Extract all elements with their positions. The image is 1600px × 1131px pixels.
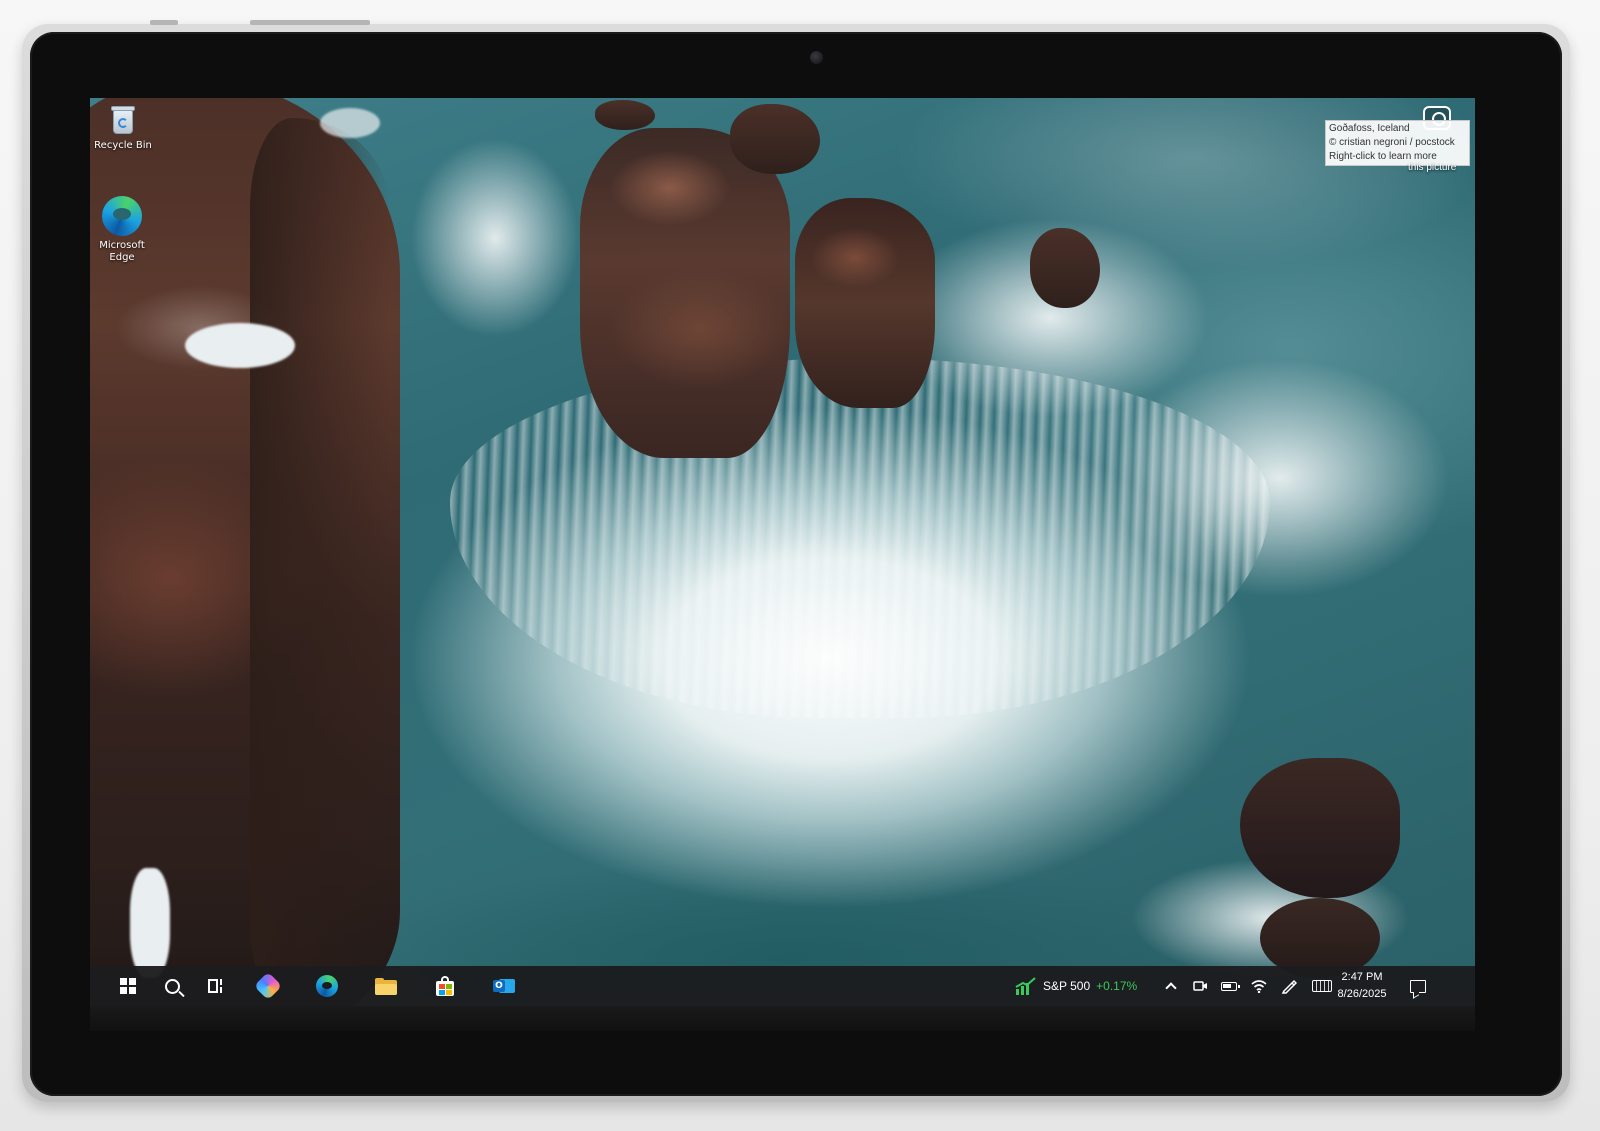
windows-logo-icon	[120, 978, 136, 994]
recycle-bin-icon	[109, 104, 137, 136]
wallpaper[interactable]	[90, 98, 1475, 1031]
edge-icon	[102, 196, 142, 236]
keyboard-icon	[1312, 980, 1332, 992]
front-camera-icon	[810, 51, 823, 64]
photo-background: Recycle Bin Microsoft Edge Goðafoss, Ice…	[0, 0, 1600, 1131]
meet-now-button[interactable]	[1186, 966, 1214, 1006]
task-view-button[interactable]	[192, 966, 240, 1006]
search-icon	[164, 978, 180, 994]
desktop-icon-edge[interactable]: Microsoft Edge	[90, 196, 157, 264]
notification-center-button[interactable]	[1404, 966, 1432, 1006]
copilot-icon	[253, 971, 283, 1001]
outlook-icon: O	[493, 976, 515, 996]
chevron-up-icon	[1165, 982, 1177, 994]
edge-icon	[316, 975, 338, 997]
desktop-screen: Recycle Bin Microsoft Edge Goðafoss, Ice…	[90, 98, 1475, 1031]
notification-icon	[1410, 979, 1426, 993]
screen-bottom-edge	[90, 1006, 1475, 1031]
task-view-icon	[208, 979, 224, 993]
spotlight-credit: © cristian negroni / pocstock	[1329, 137, 1455, 148]
clock-time: 2:47 PM	[1341, 971, 1383, 983]
stock-label: S&P 500	[1043, 979, 1091, 993]
spotlight-title: Goðafoss, Iceland	[1329, 123, 1410, 134]
stock-change: +0.17%	[1096, 979, 1138, 993]
desktop-icon-recycle-bin[interactable]: Recycle Bin	[90, 104, 158, 152]
meet-now-icon	[1193, 981, 1207, 991]
search-button[interactable]	[148, 966, 196, 1006]
battery-button[interactable]	[1215, 966, 1243, 1006]
stock-widget[interactable]: S&P 500 +0.17%	[1015, 966, 1137, 1006]
desktop-icon-label: Recycle Bin	[94, 140, 152, 151]
store-icon	[435, 976, 455, 996]
outlook-button[interactable]: O	[480, 966, 528, 1006]
show-hidden-icons-button[interactable]	[1157, 966, 1185, 1006]
edge-taskbar-button[interactable]	[303, 966, 351, 1006]
store-button[interactable]	[421, 966, 469, 1006]
power-button	[250, 20, 370, 25]
battery-icon	[1221, 981, 1240, 991]
pen-icon	[1281, 979, 1297, 994]
pen-button[interactable]	[1275, 966, 1303, 1006]
start-button[interactable]	[104, 966, 152, 1006]
spotlight-caption: this picture	[1408, 162, 1457, 173]
wifi-icon	[1251, 980, 1267, 993]
spotlight-info-box[interactable]: Goðafoss, Iceland © cristian negroni / p…	[1325, 120, 1470, 166]
wifi-button[interactable]	[1245, 966, 1273, 1006]
copilot-button[interactable]	[244, 966, 292, 1006]
clock-date: 8/26/2025	[1337, 988, 1387, 1000]
file-explorer-button[interactable]	[362, 966, 410, 1006]
taskbar: O S&P 500 +0.17% 2:47 PM 8/26/2025	[90, 966, 1475, 1006]
clock-button[interactable]: 2:47 PM 8/26/2025	[1330, 968, 1394, 1004]
volume-button	[150, 20, 178, 25]
desktop-icon-label: Microsoft Edge	[99, 240, 145, 263]
folder-icon	[375, 977, 397, 995]
stock-chart-icon	[1015, 977, 1036, 995]
